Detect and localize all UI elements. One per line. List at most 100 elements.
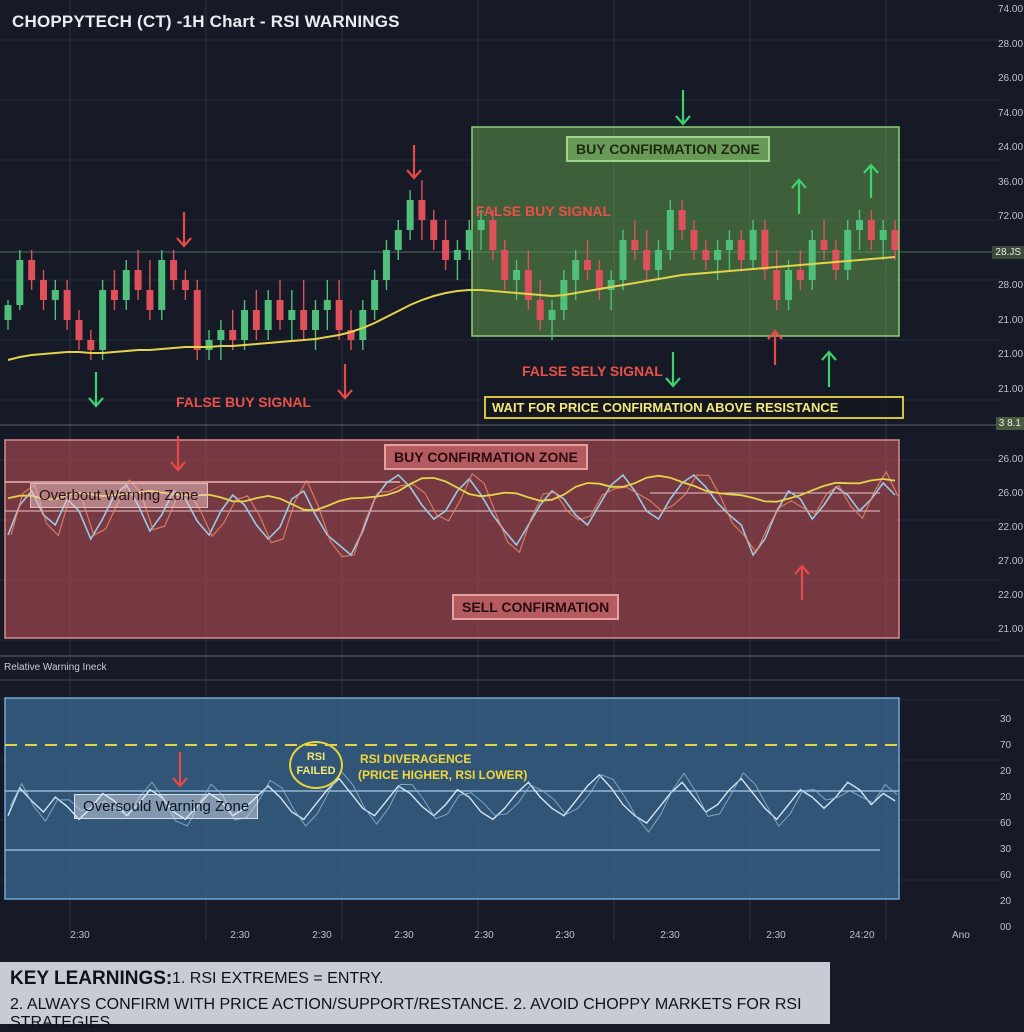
candle-body: [193, 290, 201, 350]
time-axis-label: 2:30: [230, 930, 250, 941]
candle-body: [170, 260, 178, 280]
candle-body: [252, 310, 260, 330]
candle-body: [122, 270, 130, 300]
candle-body: [501, 250, 509, 280]
candle-body: [867, 220, 875, 240]
candle-body: [844, 230, 852, 270]
candle-body: [785, 270, 793, 300]
candle-body: [134, 270, 142, 290]
oversold-warning-label: Oversould Warning Zone: [74, 794, 259, 819]
indicator-label: Relative Warning Ineck: [4, 662, 107, 673]
wait-confirmation-label: WAIT FOR PRICE CONFIRMATION ABOVE RESIST…: [484, 396, 904, 419]
price-axis-label: 21.00: [998, 314, 1024, 326]
candle-body: [879, 230, 887, 240]
rsi-axis-label: 20: [1000, 792, 1012, 803]
candle-body: [146, 290, 154, 310]
candle-body: [241, 310, 249, 340]
time-axis-label: 2:30: [474, 930, 494, 941]
mid-axis-label: 27.00: [998, 556, 1024, 567]
rsi-failed-line1: RSI: [306, 751, 326, 763]
rsi-axis-label: 00: [1000, 922, 1012, 933]
candle-body: [619, 240, 627, 280]
candle-body: [595, 270, 603, 290]
candle-body: [808, 240, 816, 280]
candle-body: [300, 310, 308, 330]
time-axis-label: 2:30: [555, 930, 575, 941]
chart-title: CHOPPYTECH (CT) -1H Chart - RSI WARNINGS: [12, 12, 400, 31]
price-chart: [0, 0, 1024, 940]
candle-body: [572, 260, 580, 280]
candle-body: [288, 310, 296, 320]
rsi-failed-badge: RSI FAILED: [289, 741, 343, 789]
candle-body: [264, 300, 272, 330]
candle-body: [229, 330, 237, 340]
key-learnings-heading: KEY LEARNINGS:: [10, 968, 173, 989]
candle-body: [4, 305, 12, 320]
candle-body: [87, 340, 95, 350]
candle-body: [99, 290, 107, 350]
candle-body: [418, 200, 426, 220]
candle-body: [643, 250, 651, 270]
x-axis-end-label: Ano: [952, 930, 970, 941]
candle-body: [205, 340, 213, 350]
rsi-axis-label: 30: [1000, 714, 1012, 725]
mid-axis-label: 22.00: [998, 590, 1024, 601]
candle-body: [323, 300, 331, 310]
time-axis-label: 2:30: [660, 930, 680, 941]
candle-body: [406, 200, 414, 230]
rsi-failed-line2: FAILED: [296, 765, 336, 777]
candle-body: [607, 280, 615, 290]
candle-body: [359, 310, 367, 340]
candle-body: [584, 260, 592, 270]
candle-body: [773, 270, 781, 300]
candle-body: [453, 250, 461, 260]
candle-body: [311, 310, 319, 330]
price-axis-label: 28.00: [998, 38, 1024, 50]
candle-body: [394, 230, 402, 250]
candle-body: [524, 270, 532, 300]
price-axis-label: 74.00: [998, 4, 1024, 15]
price-axis-label: 72.00: [998, 211, 1024, 222]
candle-body: [51, 290, 59, 300]
candle-body: [39, 280, 47, 300]
candle-body: [536, 300, 544, 320]
time-axis-label: 2:30: [312, 930, 332, 941]
buy-confirmation-zone-label: BUY CONFIRMATION ZONE: [566, 136, 770, 162]
mid-axis-label: 22.00: [998, 522, 1024, 533]
false-buy-signal-label: FALSE BUY SIGNAL: [476, 203, 612, 219]
mid-axis-label: 26.00: [998, 454, 1024, 465]
price-tag-2: 3 8.1: [995, 417, 1024, 430]
candle-body: [725, 240, 733, 250]
candle-body: [832, 250, 840, 270]
mid-axis-label: 21.00: [998, 624, 1024, 635]
candle-body: [465, 230, 473, 250]
candle-body: [335, 300, 343, 330]
candle-body: [110, 290, 118, 300]
mid-axis-label: 26.00: [998, 488, 1024, 499]
candle-body: [690, 230, 698, 250]
candle-body: [430, 220, 438, 240]
candle-body: [276, 300, 284, 320]
price-tag: 28.JS: [992, 246, 1024, 259]
overbought-warning-label: Overbout Warning Zone: [30, 483, 208, 508]
rsi-axis-label: 70: [1000, 740, 1012, 751]
candle-body: [631, 240, 639, 250]
rsi-axis-label: 30: [1000, 844, 1012, 855]
candle-body: [16, 260, 24, 305]
candle-body: [856, 220, 864, 230]
candle-body: [548, 310, 556, 320]
time-axis-label: 2:30: [766, 930, 786, 941]
false-sell-signal-label: FALSE SELY SIGNAL: [522, 363, 663, 379]
candle-body: [477, 220, 485, 230]
candle-body: [678, 210, 686, 230]
candle-body: [820, 240, 828, 250]
candle-body: [442, 240, 450, 260]
candle-body: [666, 210, 674, 250]
rsi-axis-label: 20: [1000, 896, 1012, 907]
candle-body: [75, 320, 83, 340]
price-axis-label: 28.00: [998, 280, 1024, 291]
rsi-divergence-line2: (PRICE HIGHER, RSI LOWER): [358, 768, 528, 782]
candle-body: [749, 230, 757, 260]
candle-body: [217, 330, 225, 340]
candle-body: [513, 270, 521, 280]
